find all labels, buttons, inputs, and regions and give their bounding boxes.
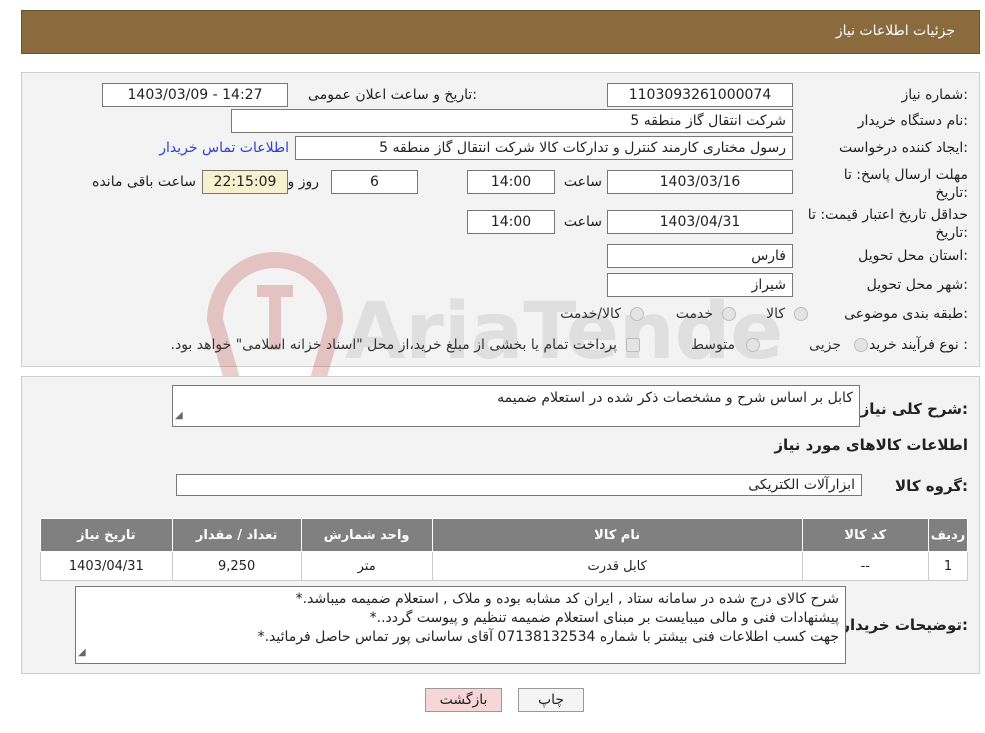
reply-deadline-label: مهلت ارسال پاسخ: تا تاریخ:	[843, 167, 968, 201]
resize-grip-icon[interactable]: ◢	[175, 407, 183, 425]
items-table: ردیف کد کالا نام کالا واحد شمارش تعداد /…	[40, 518, 968, 581]
category-radio-goods[interactable]	[794, 307, 808, 321]
cell-unit: متر	[300, 551, 433, 581]
table-header-row: ردیف کد کالا نام کالا واحد شمارش تعداد /…	[40, 518, 968, 552]
creator-field: رسول مختاری کارمند کنترل و تدارکات کالا …	[295, 136, 793, 160]
days-field: 6	[331, 170, 418, 194]
purchase-label-minor: جزیی	[809, 337, 841, 353]
buyer-notes-label: توضیحات خریدار:	[841, 616, 968, 634]
reply-time-word: ساعت	[563, 174, 602, 190]
col-item-code: کد کالا	[801, 518, 930, 552]
buyer-org-label: نام دستگاه خریدار:	[857, 113, 968, 129]
buyer-notes-line-3: جهت کسب اطلاعات فنی بیشتر با شماره 07138…	[257, 629, 839, 645]
group-field: ابزارآلات الکتریکی	[176, 474, 862, 496]
col-unit: واحد شمارش	[300, 518, 433, 552]
resize-grip-icon[interactable]: ◢	[78, 643, 86, 662]
category-radio-goods-service[interactable]	[630, 307, 644, 321]
cell-need-date: 1403/04/31	[40, 551, 173, 581]
purchase-type-label: نوع فرآیند خرید :	[869, 337, 968, 353]
buyer-notes-field: شرح کالای درج شده در سامانه ستاد , ایران…	[75, 586, 846, 664]
remaining-word: ساعت باقی مانده	[92, 174, 196, 190]
buyer-notes-line-2: پیشنهادات فنی و مالی میبایست بر مبنای اس…	[369, 610, 839, 626]
category-label: طبقه بندی موضوعی:	[844, 306, 968, 322]
purchase-note: پرداخت تمام یا بخشی از مبلغ خرید،از محل …	[170, 337, 617, 353]
page-title: جزئیات اطلاعات نیاز	[835, 23, 955, 39]
remaining-time-field: 22:15:09	[202, 170, 288, 194]
cell-quantity: 9,250	[171, 551, 302, 581]
back-button[interactable]: بازگشت	[425, 688, 502, 712]
price-time-word: ساعت	[563, 214, 602, 230]
cell-item-name: کابل قدرت	[431, 551, 803, 581]
category-label-goods: کالا	[766, 306, 785, 322]
table-row[interactable]: 1 -- کابل قدرت متر 9,250 1403/04/31	[40, 551, 968, 581]
need-number-label: شماره نیاز:	[901, 87, 968, 103]
price-validity-label: حداقل تاریخ اعتبار قیمت: تا تاریخ:	[807, 207, 968, 241]
announce-field: 1403/03/09 - 14:27	[102, 83, 288, 107]
city-label: شهر محل تحویل:	[866, 277, 968, 293]
purchase-radio-minor[interactable]	[854, 338, 868, 352]
description-field: کابل بر اساس شرح و مشخصات ذکر شده در است…	[172, 385, 860, 427]
items-section-title: اطلاعات کالاهای مورد نیاز	[774, 436, 968, 454]
page-header: جزئیات اطلاعات نیاز	[21, 10, 980, 54]
col-quantity: تعداد / مقدار	[171, 518, 302, 552]
price-time-field: 14:00	[467, 210, 555, 234]
need-number-field: 1103093261000074	[607, 83, 793, 107]
buyer-notes-line-1: شرح کالای درج شده در سامانه ستاد , ایران…	[295, 591, 839, 607]
col-row-number: ردیف	[928, 518, 968, 552]
category-radio-service[interactable]	[722, 307, 736, 321]
description-text: کابل بر اساس شرح و مشخصات ذکر شده در است…	[497, 390, 853, 406]
days-word: روز و	[287, 174, 320, 190]
reply-date-field: 1403/03/16	[607, 170, 793, 194]
cell-item-code: --	[801, 551, 930, 581]
col-need-date: تاریخ نیاز	[40, 518, 173, 552]
print-button[interactable]: چاپ	[518, 688, 584, 712]
buyer-contact-link[interactable]: اطلاعات تماس خریدار	[159, 140, 289, 156]
reply-time-field: 14:00	[467, 170, 555, 194]
purchase-radio-medium[interactable]	[746, 338, 760, 352]
announce-label: تاریخ و ساعت اعلان عمومی:	[308, 87, 477, 103]
category-label-service: خدمت	[675, 306, 713, 322]
description-label: شرح کلی نیاز:	[860, 400, 968, 418]
treasury-checkbox[interactable]	[626, 338, 640, 352]
province-label: استان محل تحویل:	[858, 248, 968, 264]
city-field: شیراز	[607, 273, 793, 297]
category-label-goods-service: کالا/خدمت	[560, 306, 621, 322]
purchase-label-medium: متوسط	[691, 337, 735, 353]
buyer-org-field: شرکت انتقال گاز منطقه 5	[231, 109, 793, 133]
creator-label: ایجاد کننده درخواست:	[839, 140, 968, 156]
cell-row-number: 1	[928, 551, 968, 581]
province-field: فارس	[607, 244, 793, 268]
price-date-field: 1403/04/31	[607, 210, 793, 234]
group-label: گروه کالا:	[895, 477, 968, 495]
col-item-name: نام کالا	[431, 518, 803, 552]
